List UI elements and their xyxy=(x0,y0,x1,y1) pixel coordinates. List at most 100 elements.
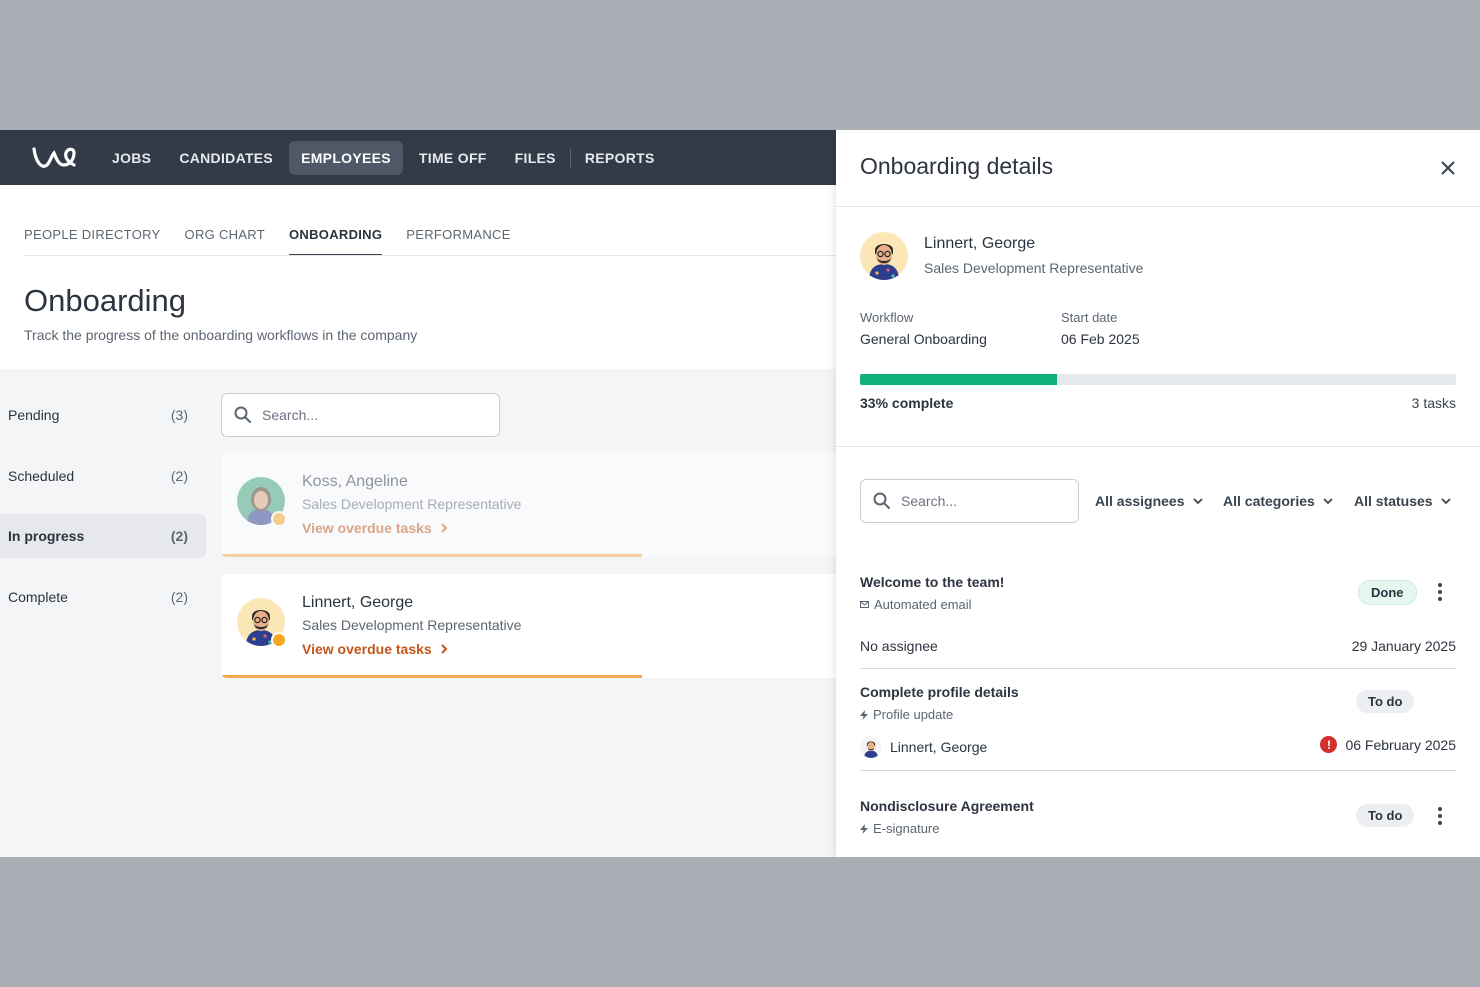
page-title: Onboarding xyxy=(24,283,187,318)
panel-divider xyxy=(836,446,1480,447)
employee-card[interactable]: Linnert, George Sales Development Repres… xyxy=(221,574,841,678)
filter-count: (2) xyxy=(170,588,188,605)
page-header: PEOPLE DIRECTORY ORG CHART ONBOARDING PE… xyxy=(0,185,836,369)
nav-time-off[interactable]: TIME OFF xyxy=(407,141,499,175)
status-filter-list: Pending (3) Scheduled (2) In progress (2… xyxy=(0,393,206,635)
nav-reports[interactable]: REPORTS xyxy=(573,141,667,175)
statuses-dropdown[interactable]: All statuses xyxy=(1354,493,1451,509)
link-label: View overdue tasks xyxy=(302,641,432,657)
task-date: 29 January 2025 xyxy=(1351,638,1456,654)
avatar xyxy=(860,232,908,280)
status-badge: To do xyxy=(1356,804,1415,827)
status-badge: Done xyxy=(1358,580,1417,605)
employee-name: Linnert, George xyxy=(302,594,414,611)
lightning-icon xyxy=(860,823,868,834)
close-icon xyxy=(1441,161,1455,175)
chevron-right-icon xyxy=(440,644,448,654)
filter-count: (2) xyxy=(170,467,188,484)
task-type: Profile update xyxy=(860,707,953,722)
nav-candidates[interactable]: CANDIDATES xyxy=(167,141,285,175)
due-date: 06 February 2025 xyxy=(1345,736,1456,753)
link-label: View overdue tasks xyxy=(302,520,432,536)
search-input[interactable] xyxy=(901,493,1051,509)
employee-card[interactable]: Koss, Angeline Sales Development Represe… xyxy=(221,453,841,557)
task-title: Welcome to the team! xyxy=(860,574,1005,590)
workflow-value: General Onboarding xyxy=(860,331,987,347)
start-date-label: Start date xyxy=(1061,310,1118,325)
task-type-label: E-signature xyxy=(873,821,940,836)
dropdown-label: All assignees xyxy=(1095,493,1185,509)
lightning-icon xyxy=(860,709,868,720)
tab-people-directory[interactable]: PEOPLE DIRECTORY xyxy=(24,227,161,256)
status-badge: To do xyxy=(1356,690,1415,713)
avatar xyxy=(860,736,882,758)
tab-org-chart[interactable]: ORG CHART xyxy=(185,227,265,256)
warning-badge-icon xyxy=(271,511,287,527)
assignees-dropdown[interactable]: All assignees xyxy=(1095,493,1203,509)
filter-count: (2) xyxy=(170,528,188,544)
progress-fill xyxy=(860,374,1057,385)
filter-count: (3) xyxy=(170,407,188,423)
page-subtitle: Track the progress of the onboarding wor… xyxy=(24,327,418,343)
nav-jobs[interactable]: JOBS xyxy=(100,141,163,175)
top-nav: JOBS CANDIDATES EMPLOYEES TIME OFF FILES… xyxy=(0,130,836,185)
task-divider xyxy=(860,770,1456,771)
onboarding-details-panel: Onboarding details Linnert, George Sales… xyxy=(836,130,1480,857)
task-type: Automated email xyxy=(860,597,972,612)
employee-search xyxy=(221,393,500,437)
overdue-alert-icon: ! xyxy=(1320,736,1338,753)
panel-title: Onboarding details xyxy=(860,153,1054,179)
tab-performance[interactable]: PERFORMANCE xyxy=(406,227,510,256)
filter-pending[interactable]: Pending (3) xyxy=(0,393,206,437)
onboarding-progress-bar xyxy=(860,374,1456,385)
person-name: Linnert, George xyxy=(924,235,1036,252)
nav-divider xyxy=(569,147,571,168)
panel-divider xyxy=(836,206,1480,207)
view-overdue-tasks-link[interactable]: View overdue tasks xyxy=(302,520,448,536)
employee-name: Koss, Angeline xyxy=(302,473,408,490)
progress-bar xyxy=(221,554,642,557)
progress-text: 33% complete xyxy=(860,395,954,411)
task-count: 3 tasks xyxy=(1411,395,1456,411)
search-input[interactable] xyxy=(262,407,462,423)
workflow-label: Workflow xyxy=(860,310,914,325)
task-assignee: Linnert, George xyxy=(860,736,987,758)
categories-dropdown[interactable]: All categories xyxy=(1223,493,1333,509)
task-date: ! 06 February 2025 xyxy=(1320,736,1456,753)
assignee-name: Linnert, George xyxy=(890,739,988,755)
task-divider xyxy=(860,668,1456,669)
warning-badge-icon xyxy=(271,632,287,648)
nav-files[interactable]: FILES xyxy=(503,141,568,175)
chevron-down-icon xyxy=(1192,497,1203,504)
more-options-icon[interactable] xyxy=(1432,805,1448,827)
task-type-label: Automated email xyxy=(874,597,972,612)
filter-label: Complete xyxy=(8,588,68,605)
task-title: Complete profile details xyxy=(860,684,1019,700)
chevron-down-icon xyxy=(1323,497,1333,504)
workable-logo-icon[interactable] xyxy=(30,143,78,173)
search-icon xyxy=(873,492,890,509)
search-icon xyxy=(234,406,251,423)
person-role: Sales Development Representative xyxy=(924,260,1144,276)
task-title: Nondisclosure Agreement xyxy=(860,798,1034,814)
employee-role: Sales Development Representative xyxy=(302,617,522,633)
tab-onboarding[interactable]: ONBOARDING xyxy=(289,227,383,256)
chevron-down-icon xyxy=(1440,497,1451,504)
view-overdue-tasks-link[interactable]: View overdue tasks xyxy=(302,641,448,657)
app-window: JOBS CANDIDATES EMPLOYEES TIME OFF FILES… xyxy=(0,130,1480,857)
filter-complete[interactable]: Complete (2) xyxy=(0,575,206,619)
filter-label: Pending xyxy=(8,407,60,423)
dropdown-label: All statuses xyxy=(1354,493,1433,509)
dropdown-label: All categories xyxy=(1223,493,1315,509)
filter-label: In progress xyxy=(8,528,85,544)
more-options-icon[interactable] xyxy=(1432,581,1448,603)
filter-in-progress[interactable]: In progress (2) xyxy=(0,514,206,558)
task-assignee: No assignee xyxy=(860,638,938,654)
chevron-right-icon xyxy=(440,523,448,533)
filter-label: Scheduled xyxy=(8,467,75,484)
filter-scheduled[interactable]: Scheduled (2) xyxy=(0,454,206,498)
start-date-value: 06 Feb 2025 xyxy=(1061,331,1140,347)
close-button[interactable] xyxy=(1436,156,1460,180)
nav-employees[interactable]: EMPLOYEES xyxy=(289,140,403,175)
tabs-divider xyxy=(24,255,836,256)
